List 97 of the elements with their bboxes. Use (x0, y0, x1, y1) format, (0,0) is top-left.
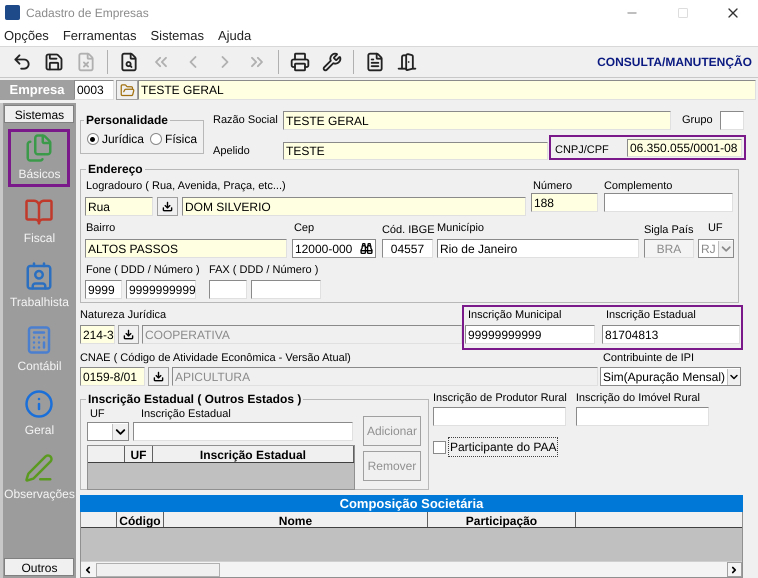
field-label: Fone ( DDD / Número ) (86, 264, 201, 277)
street-field[interactable]: DOM SILVERIO (182, 197, 526, 216)
state-registration-field[interactable] (132, 422, 353, 441)
info-icon (24, 389, 54, 419)
field-label: Logradouro ( Rua, Avenida, Praça, etc...) (86, 180, 287, 193)
field-label: Inscrição de Produtor Rural (432, 392, 567, 405)
open-button[interactable] (116, 80, 138, 100)
field-label: Sigla País (644, 224, 694, 237)
binoculars-icon (360, 242, 373, 255)
horizontal-scrollbar[interactable] (80, 561, 742, 577)
group-title: Inscrição Estadual ( Outros Estados ) (86, 391, 302, 408)
field-label: UF (708, 222, 724, 235)
field-label: Bairro (86, 222, 116, 235)
field-label: Inscrição Municipal (468, 309, 562, 322)
field-label: Número (532, 180, 574, 193)
radio-option[interactable]: Jurídica (86, 130, 144, 148)
book-icon (24, 197, 54, 227)
city-field[interactable]: Rio de Janeiro (436, 239, 639, 258)
undo-icon (12, 52, 32, 72)
column-header[interactable]: UF (124, 446, 153, 462)
state-dropdown[interactable] (86, 422, 129, 441)
printer-icon (290, 52, 310, 72)
empresa-label: Empresa (0, 80, 74, 100)
field-label: FAX ( DDD / Número ) (208, 264, 320, 277)
district-field[interactable]: ALTOS PASSOS (84, 239, 287, 258)
sidebar-footer-button[interactable]: Outros (4, 558, 74, 576)
door-icon (397, 52, 417, 72)
group-title: Personalidade (84, 112, 169, 129)
field-label: Apelido (213, 145, 251, 158)
field-label: Natureza Jurídica (80, 309, 168, 322)
checkbox-option[interactable]: Participante do PAA (432, 437, 709, 457)
radio-button[interactable] (86, 133, 99, 145)
field-label: Inscrição do Imóvel Rural (576, 392, 701, 405)
field-label: Cep (294, 222, 316, 235)
column-header[interactable]: Nome (164, 512, 428, 527)
menu-item[interactable]: Ferramentas (62, 26, 137, 46)
rural-producer-field[interactable] (432, 407, 566, 426)
complement-field[interactable] (604, 193, 733, 212)
mode-label: CONSULTA/MANUTENÇÃO (597, 54, 752, 71)
download-icon (162, 201, 173, 212)
field-label: CNAE ( Código de Atividade Econômica - Versão Atual) (80, 352, 352, 365)
municipal-registration-field[interactable]: 99999999999 (464, 325, 595, 344)
field-label: Razão Social (213, 114, 279, 127)
window-title: Cadastro de Empresas (26, 4, 149, 22)
column-header[interactable]: Participação (428, 512, 576, 527)
field-label: Contribuinte de IPI (602, 352, 696, 365)
section-header: Composição Societária (80, 495, 743, 512)
download-icon (152, 371, 164, 382)
field-label: CNPJ/CPF (555, 144, 610, 157)
fax-field[interactable] (250, 280, 321, 299)
document-icon (76, 52, 96, 72)
state-registration-field[interactable]: 81704813 (602, 325, 740, 344)
area-code-field[interactable] (208, 280, 247, 299)
menu-item[interactable]: Ajuda (218, 26, 252, 46)
field-label: Município (436, 222, 486, 235)
company-name-field[interactable]: TESTE GERAL (138, 80, 756, 100)
person-card-icon (24, 261, 54, 291)
field-label: UF (90, 408, 106, 421)
nickname-field[interactable]: TESTE (283, 142, 548, 160)
app-logo-icon (5, 5, 20, 20)
column-header[interactable]: Inscrição Estadual (152, 446, 354, 462)
company-name-field[interactable]: TESTE GERAL (283, 111, 671, 130)
preview-icon (119, 52, 139, 72)
checkbox[interactable] (432, 440, 446, 454)
radio-option[interactable]: Física (150, 130, 197, 148)
field-label: Complemento (604, 180, 674, 193)
wrench-icon (322, 52, 342, 72)
field-label: Grupo (682, 114, 714, 127)
documents-icon (24, 133, 54, 163)
ipi-dropdown[interactable]: Sim(Apuração Mensal) (600, 367, 741, 386)
field-label: Inscrição Estadual (606, 309, 697, 322)
rural-property-field[interactable] (576, 407, 709, 426)
document-icon (365, 52, 385, 72)
street-type-field[interactable]: Rua (84, 197, 153, 216)
field-label: Cód. IBGE (382, 224, 436, 237)
column-header[interactable]: Código (116, 512, 164, 527)
save-icon (44, 52, 64, 72)
pen-icon (24, 453, 54, 483)
ibge-code-field[interactable]: 04557 (382, 239, 433, 258)
cnpj-field[interactable]: 06.350.055/0001-08 (627, 138, 742, 156)
lookup-button[interactable] (156, 197, 178, 216)
lookup-button[interactable] (148, 367, 169, 386)
download-icon (122, 329, 134, 340)
folder-icon (120, 82, 134, 98)
sidebar-header-button[interactable]: Sistemas (4, 105, 74, 123)
lookup-button[interactable] (118, 325, 139, 344)
field-label: Inscrição Estadual (140, 408, 231, 421)
phone-field[interactable]: 9999999999 (126, 280, 196, 299)
radio-button[interactable] (150, 133, 162, 145)
menu-item[interactable]: Sistemas (150, 26, 204, 46)
company-code-field[interactable]: 0003 (74, 80, 114, 100)
number-field[interactable]: 188 (530, 193, 598, 212)
cep-field[interactable]: 12000-000 (292, 239, 376, 258)
menu-item[interactable]: Opções (4, 26, 49, 46)
group-title: Endereço (86, 161, 144, 178)
group-field[interactable] (720, 111, 744, 130)
area-code-field[interactable]: 9999 (84, 280, 122, 299)
